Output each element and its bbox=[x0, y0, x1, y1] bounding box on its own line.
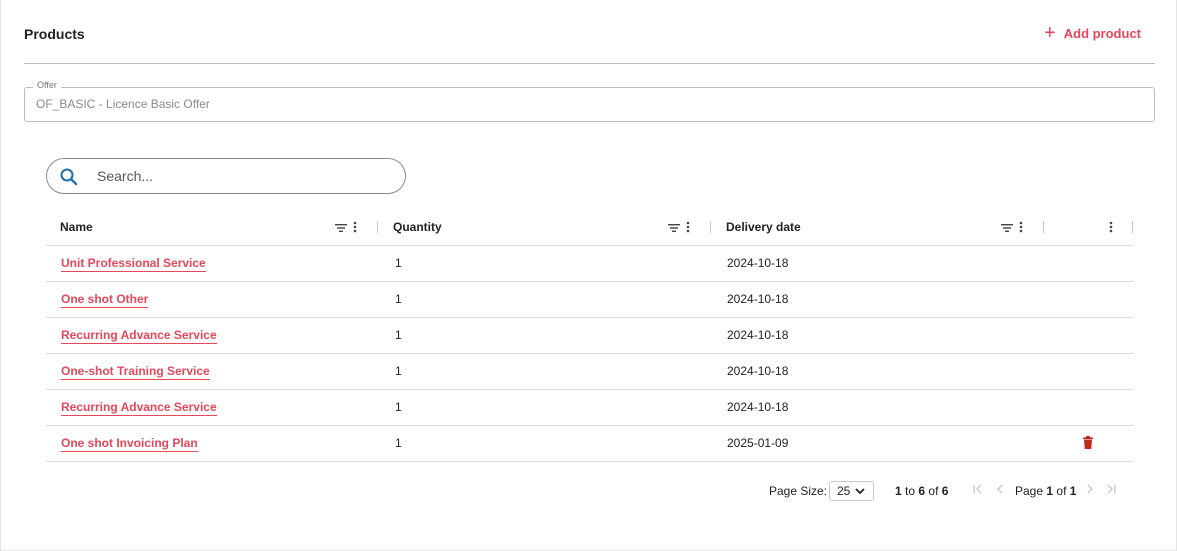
products-grid: Name Quantity Delivery date Unit Profess… bbox=[46, 209, 1134, 462]
table-row[interactable]: Unit Professional Service 1 2024-10-18 bbox=[46, 246, 1134, 282]
page-size-value: 25 bbox=[837, 484, 851, 498]
table-row[interactable]: Recurring Advance Service 1 2024-10-18 bbox=[46, 390, 1134, 426]
delivery-date-cell: 2024-10-18 bbox=[727, 364, 789, 378]
row-range: 1 to 6 of 6 bbox=[895, 484, 949, 498]
delivery-date-cell: 2024-10-18 bbox=[727, 400, 789, 414]
previous-page-icon[interactable] bbox=[994, 483, 1006, 498]
table-row[interactable]: Recurring Advance Service 1 2024-10-18 bbox=[46, 318, 1134, 354]
filter-icon[interactable] bbox=[668, 222, 680, 236]
search-icon bbox=[59, 167, 79, 192]
quantity-cell: 1 bbox=[395, 328, 402, 342]
offer-field[interactable]: Offer OF_BASIC - Licence Basic Offer bbox=[24, 80, 1155, 122]
product-link[interactable]: Recurring Advance Service bbox=[61, 400, 217, 416]
grid-header: Name Quantity Delivery date bbox=[46, 209, 1134, 246]
column-separator[interactable] bbox=[1043, 221, 1044, 233]
product-link[interactable]: One shot Other bbox=[61, 292, 149, 308]
next-page-icon[interactable] bbox=[1084, 483, 1096, 498]
products-panel: Products + Add product Offer OF_BASIC - … bbox=[0, 0, 1177, 551]
page-size-label: Page Size: bbox=[769, 484, 828, 498]
delivery-date-cell: 2024-10-18 bbox=[727, 328, 789, 342]
quantity-cell: 1 bbox=[395, 436, 402, 450]
column-header-actions[interactable] bbox=[1045, 209, 1134, 245]
filter-icon[interactable] bbox=[335, 222, 347, 236]
column-menu-icon[interactable] bbox=[1019, 221, 1023, 236]
product-link[interactable]: One shot Invoicing Plan bbox=[61, 436, 198, 452]
quantity-cell: 1 bbox=[395, 364, 402, 378]
quantity-cell: 1 bbox=[395, 292, 402, 306]
last-page-icon[interactable] bbox=[1105, 483, 1117, 498]
search-box[interactable] bbox=[46, 158, 406, 194]
table-row[interactable]: One-shot Training Service 1 2024-10-18 bbox=[46, 354, 1134, 390]
column-header-quantity[interactable]: Quantity bbox=[379, 209, 712, 245]
table-row[interactable]: One shot Other 1 2024-10-18 bbox=[46, 282, 1134, 318]
column-separator[interactable] bbox=[377, 221, 378, 233]
column-menu-icon[interactable] bbox=[1109, 221, 1113, 236]
filter-icon[interactable] bbox=[1001, 222, 1013, 236]
delivery-date-cell: 2025-01-09 bbox=[727, 436, 789, 450]
column-separator[interactable] bbox=[710, 221, 711, 233]
pagination: Page Size: 25 1 to 6 of 6 Page 1 of 1 bbox=[1, 480, 1177, 502]
table-row[interactable]: One shot Invoicing Plan 1 2025-01-09 bbox=[46, 426, 1134, 462]
plus-icon: + bbox=[1044, 21, 1056, 44]
delivery-date-cell: 2024-10-18 bbox=[727, 256, 789, 270]
search-input[interactable] bbox=[97, 166, 387, 186]
delivery-date-cell: 2024-10-18 bbox=[727, 292, 789, 306]
column-header-delivery-date[interactable]: Delivery date bbox=[712, 209, 1043, 245]
offer-value: OF_BASIC - Licence Basic Offer bbox=[36, 97, 210, 111]
add-product-label: Add product bbox=[1063, 26, 1141, 41]
trash-icon[interactable] bbox=[1083, 436, 1093, 452]
column-menu-icon[interactable] bbox=[353, 221, 357, 236]
first-page-icon[interactable] bbox=[972, 483, 984, 498]
quantity-cell: 1 bbox=[395, 256, 402, 270]
add-product-button[interactable]: + Add product bbox=[1044, 21, 1141, 44]
offer-legend: Offer bbox=[33, 80, 61, 90]
column-separator[interactable] bbox=[1132, 221, 1133, 233]
chevron-down-icon bbox=[855, 484, 865, 498]
section-title: Products bbox=[24, 26, 85, 42]
page-info: Page 1 of 1 bbox=[1015, 484, 1077, 498]
products-header: Products + Add product bbox=[24, 21, 1155, 64]
product-link[interactable]: Unit Professional Service bbox=[61, 256, 206, 272]
product-link[interactable]: Recurring Advance Service bbox=[61, 328, 217, 344]
column-header-name[interactable]: Name bbox=[46, 209, 379, 245]
product-link[interactable]: One-shot Training Service bbox=[61, 364, 210, 380]
page-size-select[interactable]: 25 bbox=[829, 481, 874, 501]
quantity-cell: 1 bbox=[395, 400, 402, 414]
column-menu-icon[interactable] bbox=[686, 221, 690, 236]
